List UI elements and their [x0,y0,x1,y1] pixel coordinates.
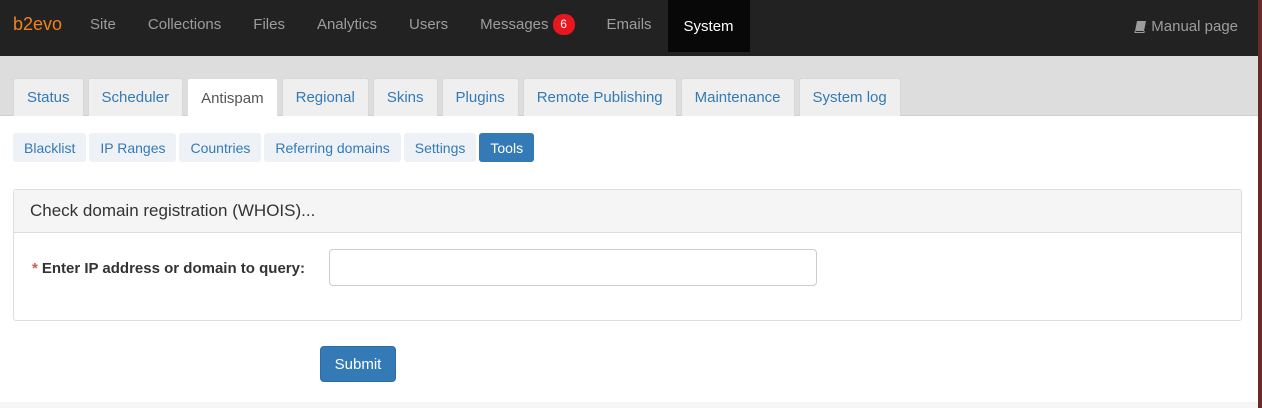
tab-maintenance[interactable]: Maintenance [680,78,795,116]
subtab-countries[interactable]: Countries [179,133,262,162]
main-content: Blacklist IP Ranges Countries Referring … [0,116,1258,402]
submit-button[interactable]: Submit [320,346,396,382]
tab-plugins[interactable]: Plugins [441,78,519,116]
nav-files[interactable]: Files [237,0,301,48]
nav-emails[interactable]: Emails [591,0,668,48]
tab-scheduler[interactable]: Scheduler [87,78,184,116]
nav-site[interactable]: Site [74,0,132,48]
tab-system-log[interactable]: System log [798,78,901,116]
query-form-row: * Enter IP address or domain to query: [14,249,1241,287]
nav-analytics[interactable]: Analytics [301,0,393,48]
subtab-referring-domains[interactable]: Referring domains [264,133,401,162]
nav-messages[interactable]: Messages 6 [464,0,590,48]
subtab-ip-ranges[interactable]: IP Ranges [89,133,177,162]
nav-users[interactable]: Users [393,0,464,48]
required-mark: * [32,260,38,277]
tab-status[interactable]: Status [13,78,84,116]
messages-badge: 6 [552,13,575,35]
manual-page-link[interactable]: Manual page [1134,0,1258,52]
subtab-settings[interactable]: Settings [403,133,477,162]
tab-bar: Status Scheduler Antispam Regional Skins… [0,56,1258,117]
brand-logo[interactable]: b2evo [0,0,74,48]
tab-skins[interactable]: Skins [372,78,438,116]
panel-title: Check domain registration (WHOIS)... [14,190,1241,233]
subtab-blacklist[interactable]: Blacklist [13,133,87,162]
subtab-tools[interactable]: Tools [479,133,535,162]
nav-collections[interactable]: Collections [132,0,237,48]
tab-antispam[interactable]: Antispam [187,78,278,117]
book-icon [1134,20,1147,33]
tab-remote-publishing[interactable]: Remote Publishing [522,78,677,116]
whois-panel: Check domain registration (WHOIS)... * En… [13,189,1242,321]
tab-regional[interactable]: Regional [281,78,369,116]
window-edge [1258,0,1262,408]
nav-system[interactable]: System [667,0,750,52]
subtab-bar: Blacklist IP Ranges Countries Referring … [13,133,537,162]
query-label: * Enter IP address or domain to query: [32,260,305,277]
query-input[interactable] [329,249,817,286]
top-navbar: b2evo Site Collections Files Analytics U… [0,0,1258,56]
